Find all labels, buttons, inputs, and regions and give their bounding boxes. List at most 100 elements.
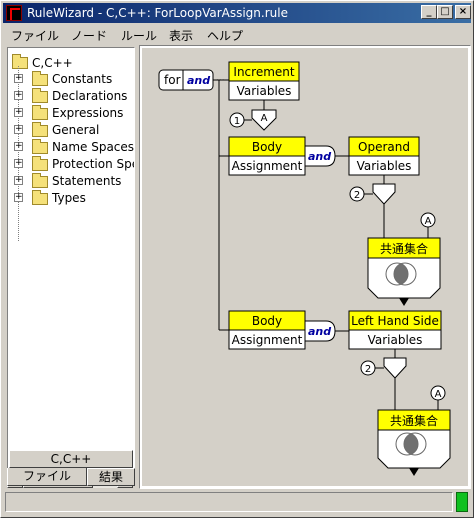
- a-marker[interactable]: A: [420, 212, 436, 238]
- increment-title: Increment: [233, 65, 294, 79]
- language-button[interactable]: C,C++: [9, 450, 133, 468]
- tree-item-label: Declarations: [52, 89, 128, 103]
- expand-icon[interactable]: +: [14, 159, 23, 168]
- open-folder-icon: [12, 54, 28, 69]
- folder-icon: [32, 88, 48, 103]
- rule-diagram: for and ··· Increment Variables 1 A ·· ·…: [158, 61, 451, 476]
- minimize-button[interactable]: _: [421, 5, 437, 19]
- body-title: Body: [252, 314, 282, 328]
- and-connector-2[interactable]: and: [304, 320, 336, 342]
- expand-icon[interactable]: +: [14, 193, 23, 202]
- folder-icon: [32, 139, 48, 154]
- folder-icon: [32, 156, 48, 171]
- connector-dots: ···: [216, 76, 225, 86]
- maximize-button[interactable]: □: [437, 5, 453, 19]
- tree-item-label: Name Spaces: [52, 140, 135, 154]
- intersection-label: 共通集合: [380, 241, 428, 256]
- circle-number: 2: [354, 190, 360, 201]
- tree-item-label: Types: [52, 191, 86, 205]
- operand-title: Operand: [358, 140, 410, 154]
- menu-rule[interactable]: ルール: [121, 27, 157, 44]
- body-subtitle: Assignment: [232, 159, 303, 173]
- tree-item-label: Statements: [52, 174, 122, 188]
- bound-count-marker[interactable]: 2: [360, 357, 407, 379]
- status-led-icon: [456, 492, 468, 512]
- app-window: RuleWizard - C,C++: ForLoopVarAssign.rul…: [0, 0, 474, 518]
- down-arrow-icon: [409, 468, 419, 476]
- expand-icon[interactable]: +: [14, 142, 23, 151]
- intersection-node-1[interactable]: 共通集合: [367, 237, 441, 299]
- tree-item-name-spaces[interactable]: + Name Spaces: [8, 138, 134, 155]
- increment-node[interactable]: Increment Variables: [228, 61, 300, 101]
- operand-subtitle: Variables: [357, 159, 412, 173]
- folder-icon: [32, 173, 48, 188]
- lhs-title: Left Hand Side: [351, 314, 439, 328]
- menu-view[interactable]: 表示: [169, 27, 193, 44]
- lhs-subtitle: Variables: [368, 333, 423, 347]
- expand-icon[interactable]: +: [14, 176, 23, 185]
- folder-icon: [32, 71, 48, 86]
- for-node[interactable]: for and: [158, 69, 214, 91]
- intersection-node-2[interactable]: 共通集合: [377, 409, 451, 469]
- menu-help[interactable]: ヘルプ: [207, 27, 243, 44]
- left-pane-tabs: ファイル 結果: [7, 468, 137, 488]
- expand-icon[interactable]: +: [14, 91, 23, 100]
- circle-number: 1: [234, 116, 240, 127]
- close-button[interactable]: ×: [455, 5, 471, 19]
- tree-item-protection[interactable]: + Protection Spe: [8, 155, 134, 172]
- left-hand-side-node[interactable]: Left Hand Side Variables: [348, 310, 442, 350]
- body-title: Body: [252, 140, 282, 154]
- marker-letter: A: [435, 389, 442, 400]
- node-tree[interactable]: C,C++ + Constants + Declarations + Expre…: [7, 47, 135, 471]
- tab-file[interactable]: ファイル: [7, 468, 87, 486]
- and-label: and: [187, 74, 210, 87]
- body-node-1[interactable]: Body Assignment: [228, 136, 306, 176]
- tree-item-types[interactable]: + Types: [8, 189, 134, 206]
- menu-bar: ファイル ノード ルール 表示 ヘルプ: [3, 24, 471, 44]
- window-title: RuleWizard - C,C++: ForLoopVarAssign.rul…: [27, 6, 288, 20]
- and-label: and: [308, 325, 331, 338]
- connector-dots: ··: [220, 326, 225, 335]
- left-pane: C,C++ + Constants + Declarations + Expre…: [5, 47, 135, 488]
- tree-item-label: Constants: [52, 72, 113, 86]
- expand-icon[interactable]: +: [14, 125, 23, 134]
- marker-letter: A: [261, 113, 268, 124]
- tree-item-statements[interactable]: + Statements: [8, 172, 134, 189]
- rule-canvas[interactable]: for and ··· Increment Variables 1 A ·· ·…: [142, 48, 468, 486]
- title-bar[interactable]: RuleWizard - C,C++: ForLoopVarAssign.rul…: [3, 3, 471, 23]
- expand-icon[interactable]: +: [14, 108, 23, 117]
- for-label: for: [164, 73, 181, 87]
- tree-item-constants[interactable]: + Constants: [8, 70, 134, 87]
- rulewizard-app-icon: [6, 5, 22, 21]
- body-node-2[interactable]: Body Assignment: [228, 310, 306, 350]
- marker-letter: A: [425, 216, 432, 227]
- menu-file[interactable]: ファイル: [11, 27, 59, 44]
- body-subtitle: Assignment: [232, 333, 303, 347]
- tree-item-label: Protection Spe: [52, 157, 135, 171]
- and-connector-1[interactable]: and: [304, 145, 336, 167]
- increment-subtitle: Variables: [237, 84, 292, 98]
- folder-icon: [32, 122, 48, 137]
- connector-dots: ··: [220, 152, 225, 161]
- tree-root-label: C,C++: [32, 56, 73, 70]
- tree-item-label: General: [52, 123, 100, 137]
- tree-item-declarations[interactable]: + Declarations: [8, 87, 134, 104]
- menu-node[interactable]: ノード: [71, 27, 107, 44]
- folder-icon: [32, 190, 48, 205]
- intersection-label: 共通集合: [390, 413, 438, 428]
- bound-count-marker[interactable]: 1 A: [229, 109, 277, 131]
- folder-icon: [32, 105, 48, 120]
- expand-icon[interactable]: +: [14, 74, 23, 83]
- circle-number: 2: [365, 364, 371, 375]
- tree-item-general[interactable]: + General: [8, 121, 134, 138]
- rule-canvas-frame: for and ··· Increment Variables 1 A ·· ·…: [139, 45, 471, 489]
- tree-item-expressions[interactable]: + Expressions: [8, 104, 134, 121]
- a-marker[interactable]: A: [430, 385, 446, 410]
- down-arrow-icon: [399, 298, 409, 306]
- tree-item-label: Expressions: [52, 106, 124, 120]
- and-label: and: [308, 150, 331, 163]
- status-bar: [5, 492, 453, 512]
- bound-count-marker[interactable]: 2: [349, 183, 396, 205]
- tab-results[interactable]: 結果: [87, 468, 135, 486]
- operand-node[interactable]: Operand Variables: [348, 136, 420, 176]
